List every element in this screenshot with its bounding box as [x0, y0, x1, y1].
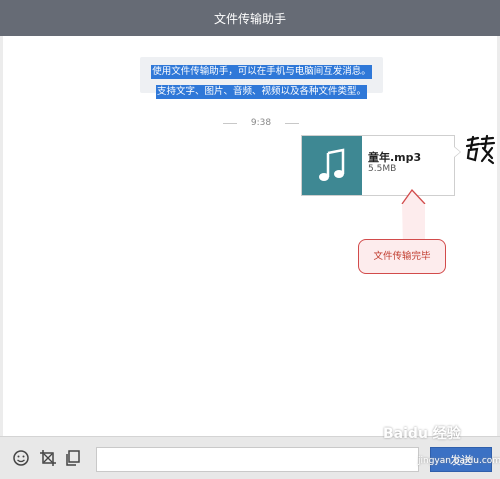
- message-input[interactable]: [96, 447, 419, 472]
- avatar[interactable]: [464, 134, 496, 166]
- notice-line-2: 支持文字、图片、音频、视频以及各种文件类型。: [155, 85, 367, 99]
- bubble-tail-inner: [454, 147, 460, 157]
- annotation-callout: 文件传输完毕: [358, 239, 446, 274]
- file-size: 5.5MB: [368, 164, 397, 174]
- music-note-glyph: [319, 147, 345, 181]
- system-notice: 使用文件传输助手，可以在手机与电脑间互发消息。 支持文字、图片、音频、视频以及各…: [140, 57, 383, 99]
- message-timestamp: 9:38: [223, 116, 299, 130]
- notice-line-1: 使用文件传输助手，可以在手机与电脑间互发消息。: [151, 65, 372, 79]
- music-note-icon: [302, 136, 362, 195]
- avatar-glyph-icon: [465, 134, 496, 165]
- file-message-bubble[interactable]: 童年.mp3 5.5MB: [301, 135, 461, 196]
- chat-area[interactable]: 使用文件传输助手，可以在手机与电脑间互发消息。 支持文字、图片、音频、视频以及各…: [3, 36, 497, 436]
- file-copy-icon[interactable]: [64, 449, 82, 467]
- annotation-text: 文件传输完毕: [373, 251, 431, 262]
- watermark-logo: Baidu 经验: [383, 426, 461, 442]
- emoji-icon[interactable]: [12, 449, 30, 467]
- watermark-url: jingyan.baidu.com: [418, 456, 500, 466]
- window-titlebar: 文件传输助手: [0, 0, 500, 36]
- file-name: 童年.mp3: [368, 151, 422, 164]
- timestamp-divider-right: [285, 123, 299, 124]
- screenshot-icon[interactable]: [39, 449, 57, 467]
- window-title: 文件传输助手: [213, 12, 286, 26]
